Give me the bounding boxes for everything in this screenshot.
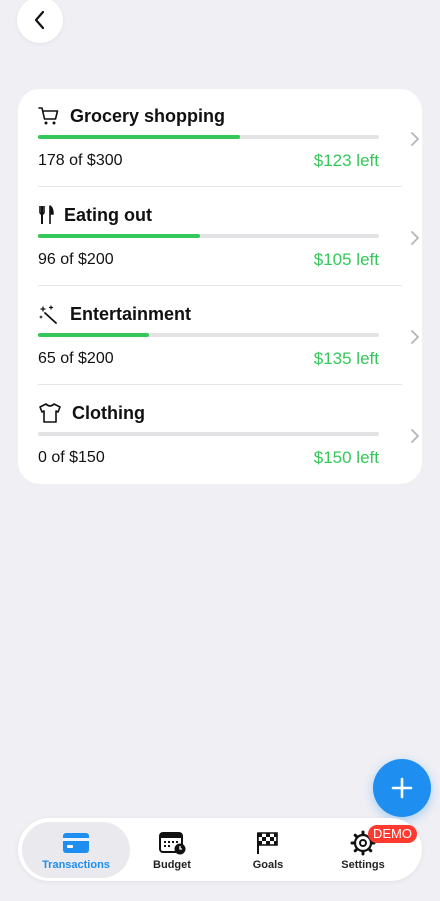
tab-label: Settings (341, 858, 385, 871)
remaining-amount: $135 left (313, 349, 379, 368)
progress-bar (38, 234, 379, 238)
tab-label: Goals (252, 858, 284, 871)
progress-fill (38, 135, 241, 139)
spent-amount: 65 of $200 (38, 350, 114, 367)
calendar-clock-icon (158, 830, 186, 856)
demo-badge: DEMO (368, 825, 417, 843)
add-transaction-button[interactable] (373, 759, 431, 817)
category-row-clothing[interactable]: Clothing 0 of $150 $150 left (38, 386, 422, 484)
chevron-right-icon (411, 132, 419, 146)
progress-bar (38, 432, 379, 436)
divider (38, 384, 402, 385)
divider (38, 186, 402, 187)
progress-fill (38, 333, 149, 337)
category-name: Clothing (72, 402, 145, 423)
plus-icon (391, 777, 413, 799)
chevron-left-icon (34, 10, 45, 30)
spent-amount: 178 of $300 (38, 152, 123, 169)
chevron-right-icon (411, 330, 419, 344)
progress-fill (38, 234, 200, 238)
category-name: Grocery shopping (70, 105, 226, 126)
tab-label: Transactions (42, 858, 110, 871)
tab-goals[interactable]: Goals (220, 822, 316, 878)
tab-bar: Transactions Budget Goals Settings (18, 818, 422, 881)
progress-bar (38, 135, 379, 139)
checkered-flag-icon (255, 830, 281, 856)
category-name: Eating out (64, 204, 152, 225)
remaining-amount: $105 left (313, 250, 379, 269)
divider (38, 285, 402, 286)
fork-knife-icon (38, 204, 54, 226)
remaining-amount: $123 left (313, 151, 379, 170)
spent-amount: 0 of $150 (38, 449, 105, 466)
remaining-amount: $150 left (313, 448, 379, 467)
budget-categories-card: Grocery shopping 178 of $300 $123 left E… (18, 89, 422, 484)
credit-card-icon (62, 830, 90, 856)
spent-amount: 96 of $200 (38, 251, 114, 268)
tab-budget[interactable]: Budget (124, 822, 220, 878)
back-button[interactable] (17, 0, 63, 43)
progress-bar (38, 333, 379, 337)
category-row-grocery[interactable]: Grocery shopping 178 of $300 $123 left (38, 89, 422, 187)
magic-wand-icon (38, 303, 60, 325)
category-row-entertainment[interactable]: Entertainment 65 of $200 $135 left (38, 287, 422, 385)
category-row-eating-out[interactable]: Eating out 96 of $200 $105 left (38, 188, 422, 286)
cart-icon (38, 105, 60, 127)
chevron-right-icon (411, 231, 419, 245)
tab-label: Budget (153, 858, 191, 871)
chevron-right-icon (411, 429, 419, 443)
category-name: Entertainment (70, 303, 192, 324)
shirt-icon (38, 402, 62, 424)
tab-transactions[interactable]: Transactions (22, 822, 130, 878)
